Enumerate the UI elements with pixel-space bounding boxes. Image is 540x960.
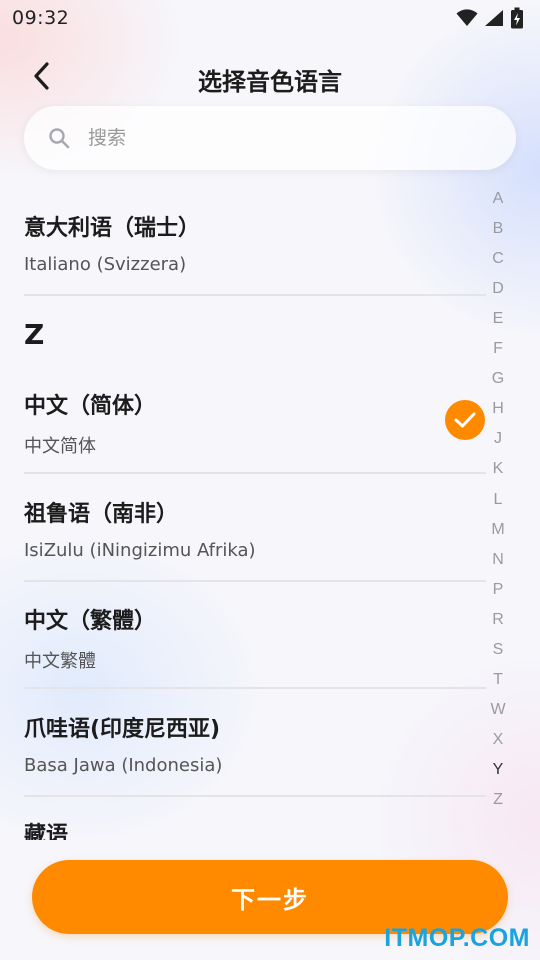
section-header-z: Z — [24, 318, 45, 351]
page-title: 选择音色语言 — [198, 68, 342, 96]
index-letter-w[interactable]: W — [484, 701, 512, 719]
list-item-zulu[interactable]: 祖鲁语（南非） IsiZulu (iNingizimu Afrika) — [24, 496, 486, 561]
index-letter-x[interactable]: X — [484, 731, 512, 749]
status-bar: 09:32 — [0, 0, 540, 36]
language-native-name: IsiZulu (iNingizimu Afrika) — [24, 540, 256, 561]
index-letter-y[interactable]: Y — [484, 761, 512, 779]
battery-charging-icon — [511, 7, 523, 29]
divider — [24, 687, 486, 689]
status-icons — [456, 7, 524, 29]
language-name: 中文（简体） — [24, 394, 157, 419]
divider — [24, 795, 486, 797]
index-letter-p[interactable]: P — [484, 581, 512, 599]
language-name: 祖鲁语（南非） — [24, 502, 179, 527]
index-letter-j[interactable]: J — [484, 430, 512, 448]
index-letter-n[interactable]: N — [484, 551, 512, 569]
next-step-button[interactable]: 下一步 — [32, 860, 508, 934]
list-item-chinese-simplified[interactable]: 中文（简体） 中文简体 — [24, 388, 486, 458]
language-name: 藏语 — [24, 823, 69, 840]
index-letter-d[interactable]: D — [484, 280, 512, 298]
language-name: 意大利语（瑞士） — [24, 216, 201, 241]
index-letter-f[interactable]: F — [484, 340, 512, 358]
language-list: 意大利语（瑞士） Italiano (Svizzera) Z 中文（简体） 中文… — [24, 180, 486, 840]
language-native-name: 中文繁體 — [24, 651, 96, 672]
watermark-logo: ITMOP.COM — [384, 924, 530, 952]
language-name: 中文（繁體） — [24, 609, 157, 634]
index-letter-r[interactable]: R — [484, 611, 512, 629]
list-item-italiano-svizzera[interactable]: 意大利语（瑞士） Italiano (Svizzera) — [24, 210, 486, 275]
list-item-tibetan[interactable]: 藏语 — [24, 817, 486, 840]
search-box[interactable] — [24, 106, 516, 170]
index-letter-l[interactable]: L — [484, 491, 512, 509]
divider — [24, 580, 486, 582]
language-name: 爪哇语(印度尼西亚) — [24, 717, 221, 742]
index-letter-k[interactable]: K — [484, 460, 512, 478]
language-native-name: Basa Jawa (Indonesia) — [24, 755, 223, 776]
index-letter-b[interactable]: B — [484, 220, 512, 238]
language-native-name: 中文简体 — [24, 436, 96, 457]
index-letter-e[interactable]: E — [484, 310, 512, 328]
index-letter-s[interactable]: S — [484, 641, 512, 659]
index-letter-h[interactable]: H — [484, 400, 512, 418]
index-letter-m[interactable]: M — [484, 521, 512, 539]
list-item-chinese-traditional[interactable]: 中文（繁體） 中文繁體 — [24, 603, 486, 673]
selected-check-icon — [445, 400, 485, 440]
index-letter-c[interactable]: C — [484, 250, 512, 268]
wifi-icon — [456, 9, 478, 26]
search-input[interactable] — [88, 127, 448, 149]
status-time: 09:32 — [12, 7, 70, 29]
index-letter-z[interactable]: Z — [484, 791, 512, 809]
index-letter-t[interactable]: T — [484, 671, 512, 689]
divider — [24, 294, 486, 296]
index-letter-g[interactable]: G — [484, 370, 512, 388]
language-native-name: Italiano (Svizzera) — [24, 254, 187, 275]
header: 选择音色语言 — [0, 50, 540, 102]
divider — [24, 472, 486, 474]
index-letter-a[interactable]: A — [484, 190, 512, 208]
next-step-label: 下一步 — [231, 886, 309, 914]
list-item-javanese[interactable]: 爪哇语(印度尼西亚) Basa Jawa (Indonesia) — [24, 711, 486, 776]
search-icon — [48, 127, 70, 149]
signal-icon — [485, 10, 503, 26]
